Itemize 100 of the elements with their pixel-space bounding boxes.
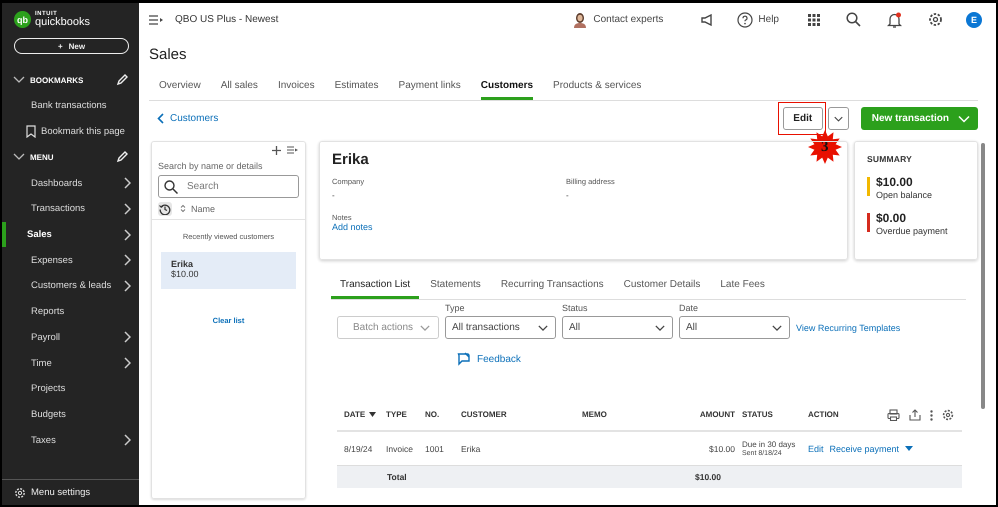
bookmark-icon	[26, 125, 36, 138]
tab[interactable]: All sales	[220, 77, 258, 100]
tab[interactable]: Customers	[480, 77, 534, 100]
print-icon[interactable]	[887, 409, 900, 421]
tab[interactable]: Customer Details	[614, 275, 710, 299]
tab[interactable]: Statements	[421, 275, 490, 299]
sidebar-item[interactable]: Sales	[2, 222, 139, 248]
menu-icon[interactable]	[149, 14, 163, 24]
summary-amount: $0.00	[876, 211, 908, 225]
sidebar-item[interactable]: Bookmark this page	[2, 118, 139, 144]
sidebar-item[interactable]: Dashboards	[2, 170, 139, 196]
column-header[interactable]: MEMO	[575, 410, 675, 419]
help-button[interactable]: Help	[737, 12, 779, 28]
tab[interactable]: Transaction List	[331, 275, 420, 299]
search-field[interactable]: Search	[158, 175, 299, 198]
dropdown[interactable]: All	[562, 316, 673, 339]
more-options-button[interactable]	[828, 107, 849, 130]
dropdown-triangle-icon[interactable]	[905, 446, 914, 451]
sidebar-item[interactable]: Bank transactions	[2, 93, 139, 119]
back-link[interactable]: Customers	[157, 113, 218, 124]
chevron-down-icon	[538, 324, 548, 332]
apps-grid-icon[interactable]	[808, 14, 820, 26]
tab[interactable]: Overview	[159, 77, 201, 100]
chevron-down-icon	[834, 114, 843, 122]
search-icon[interactable]	[846, 12, 861, 27]
tab[interactable]: Estimates	[334, 77, 379, 100]
tab[interactable]: Recurring Transactions	[492, 275, 613, 299]
add-notes-link[interactable]: Add notes	[332, 222, 373, 232]
more-icon[interactable]	[930, 410, 933, 420]
menu-icon[interactable]	[287, 146, 298, 154]
column-header[interactable]: AMOUNT	[675, 410, 735, 419]
feedback-link[interactable]: Feedback	[457, 352, 978, 366]
field-value: -	[332, 191, 336, 200]
sidebar-item[interactable]: Customers & leads	[2, 273, 139, 299]
tab[interactable]: Products & services	[553, 77, 642, 100]
search-icon	[164, 180, 178, 194]
dropdown[interactable]: All	[679, 316, 790, 339]
sidebar-item[interactable]: Expenses	[2, 247, 139, 274]
column-header[interactable]: TYPE	[379, 410, 418, 419]
column-header[interactable]: ACTION	[801, 410, 901, 419]
section-title: BOOKMARKS	[30, 76, 84, 84]
tab[interactable]: Late Fees	[711, 275, 774, 299]
highlight-box	[778, 102, 826, 135]
table-cell-text: Invoice	[385, 444, 414, 454]
field-value: -	[566, 191, 570, 200]
receive-payment-link[interactable]: Receive payment	[830, 444, 900, 454]
chevron-left-icon	[157, 113, 164, 124]
sidebar-item[interactable]: Transactions	[2, 196, 139, 222]
summary-label: Open balance	[876, 190, 932, 200]
chevron-down-icon[interactable]	[13, 153, 25, 162]
dropdown[interactable]: All transactions	[445, 316, 556, 339]
company-name: QBO US Plus - Newest	[175, 14, 278, 25]
sort-by-name-button[interactable]: Name	[180, 204, 216, 214]
settings-icon[interactable]	[928, 12, 943, 27]
column-header[interactable]: STATUS	[735, 410, 801, 419]
customer-name: Erika	[332, 151, 370, 168]
summary-amount: $10.00	[876, 175, 914, 189]
plus-icon[interactable]	[272, 146, 281, 155]
chevron-down-icon	[958, 114, 970, 122]
tab[interactable]: Invoices	[278, 77, 315, 100]
sidebar-item[interactable]: Taxes	[2, 427, 139, 453]
column-header[interactable]: NO.	[418, 410, 454, 419]
user-avatar[interactable]: E	[966, 12, 982, 28]
export-icon[interactable]	[909, 409, 921, 421]
sidebar-item[interactable]: Projects	[2, 376, 139, 402]
pencil-icon[interactable]	[116, 74, 128, 86]
pencil-icon[interactable]	[116, 151, 128, 164]
table-cell-text: Erika	[460, 444, 482, 454]
megaphone-icon[interactable]	[700, 12, 714, 26]
sidebar-item[interactable]: Budgets	[2, 402, 139, 428]
sidebar-item[interactable]: Payroll	[2, 324, 139, 350]
settings-icon	[14, 486, 26, 498]
customer-item[interactable]: Erika $10.00	[161, 252, 296, 289]
contact-experts-link[interactable]: Contact experts	[573, 12, 664, 28]
chevron-down-icon	[655, 324, 665, 332]
field-label: Type	[445, 303, 466, 313]
table-cell-text: 1001	[424, 444, 445, 454]
sidebar-item[interactable]: Time	[2, 350, 139, 376]
total-label: Total	[386, 472, 408, 482]
chevron-down-icon[interactable]	[13, 76, 25, 84]
person-icon	[573, 12, 588, 28]
column-header[interactable]: DATE	[337, 410, 379, 419]
edit-button[interactable]: Edit	[782, 107, 823, 130]
column-header[interactable]: CUSTOMER	[454, 410, 575, 419]
brand-name: quickbooks	[35, 17, 90, 28]
field-label: Status	[562, 303, 589, 313]
history-button[interactable]	[158, 202, 172, 216]
batch-actions-button[interactable]: Batch actions	[337, 316, 439, 339]
sort-icon	[180, 204, 186, 213]
view-templates-link[interactable]: View Recurring Templates	[796, 323, 900, 333]
field-label: Date	[679, 303, 700, 313]
total-amount: $10.00	[694, 472, 721, 482]
tab[interactable]: Payment links	[398, 77, 461, 100]
edit-link[interactable]: Edit	[808, 444, 824, 454]
notification-bell-icon[interactable]	[887, 12, 902, 28]
sidebar-item[interactable]: Reports	[2, 298, 139, 324]
scrollbar[interactable]	[981, 143, 985, 409]
new-button[interactable]: + New	[14, 38, 129, 54]
menu-settings-button[interactable]: Menu settings	[2, 479, 139, 505]
settings-icon[interactable]	[942, 409, 954, 421]
